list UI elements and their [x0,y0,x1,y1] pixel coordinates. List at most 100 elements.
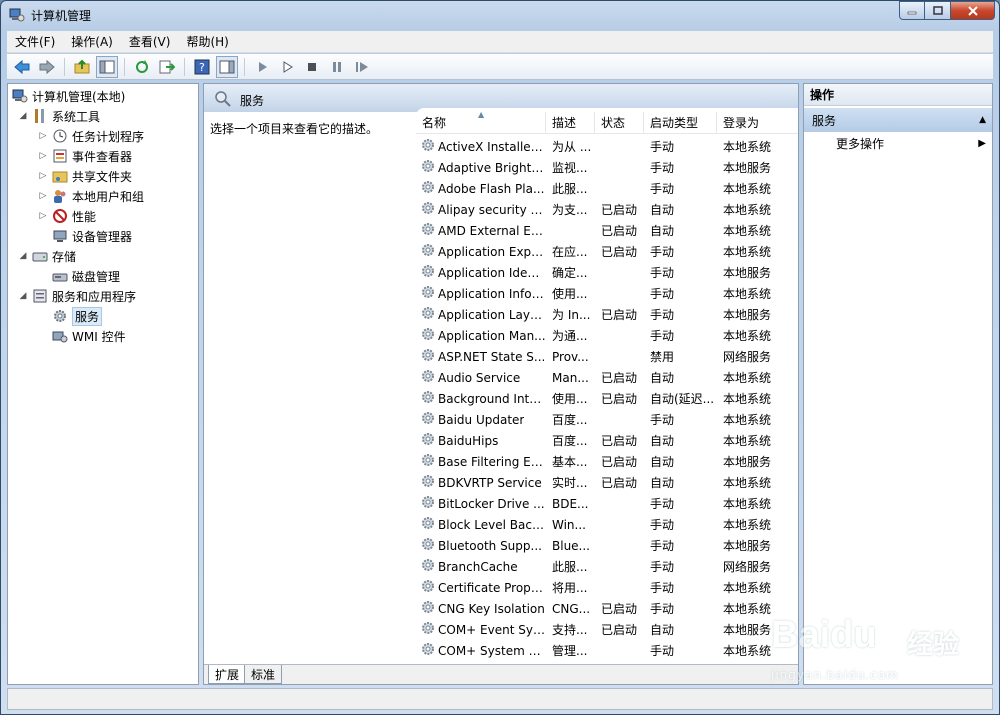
column-header-status[interactable]: 状态 [595,112,644,133]
actions-group-label: 服务 [812,113,837,128]
tree-item-root[interactable]: 计算机管理(本地) [12,86,125,106]
window-title: 计算机管理 [31,9,92,23]
service-description: 此服... [552,560,588,574]
pause-icon [333,61,341,72]
tree-item-storage[interactable]: ◢ 存储 [18,246,76,266]
close-button[interactable] [951,1,995,20]
table-row[interactable]: ASP.NET State S... Prov... 禁用 网络服务 [416,346,786,367]
column-header-logon-as[interactable]: 登录为 [717,112,781,133]
properties-button[interactable] [216,55,238,78]
menu-help[interactable]: 帮助(H) [178,33,236,50]
tree-item-shared-folders[interactable]: ▷ 共享文件夹 [38,166,132,186]
expander-collapsed-icon[interactable]: ▷ [38,171,48,181]
more-actions-item[interactable]: 更多操作 ▶ [804,132,992,154]
service-description: 百度... [552,413,588,427]
table-row[interactable]: BranchCache 此服... 手动 网络服务 [416,556,786,577]
table-row[interactable]: Application Man... 为通... 手动 本地系统 [416,325,786,346]
service-name: BitLocker Drive ... [438,496,545,511]
service-status: 已启动 [601,224,638,238]
back-button[interactable] [11,56,33,78]
table-row[interactable]: Bluetooth Supp... Blue... 手动 本地服务 [416,535,786,556]
table-row[interactable]: COM+ Event Sys... 支持... 已启动 自动 本地服务 [416,619,786,640]
forward-button[interactable] [36,56,58,78]
tree-item-disk-management[interactable]: 磁盘管理 [38,266,120,286]
maximize-button[interactable] [925,1,951,20]
table-row[interactable]: ActiveX Installer ... 为从 ... 手动 本地系统 [416,136,786,157]
service-name: Audio Service [438,370,521,385]
expander-collapsed-icon[interactable]: ▷ [38,191,48,201]
expander-expanded-icon[interactable]: ◢ [18,251,28,261]
tree-item-event-viewer[interactable]: ▷ 事件查看器 [38,146,132,166]
table-row[interactable]: Adaptive Brightn... 监视... 手动 本地服务 [416,157,786,178]
service-startup-type: 手动 [650,413,675,427]
table-row[interactable]: BDKVRTP Service 实时... 已启动 自动 本地系统 [416,472,786,493]
pause-service-button[interactable] [326,56,348,78]
service-logon-as: 本地系统 [723,329,772,343]
menu-file[interactable]: 文件(F) [7,33,63,50]
minimize-button[interactable] [899,1,925,20]
column-header-name[interactable]: ▲ 名称 [416,112,546,133]
service-startup-type: 自动(延迟... [650,392,715,406]
up-button[interactable] [71,56,93,78]
help-button[interactable]: ? [191,56,213,78]
collapse-up-icon[interactable]: ▲ [979,115,986,125]
table-row[interactable]: Adobe Flash Pla... 此服... 手动 本地系统 [416,178,786,199]
start-service-alt-button[interactable] [276,56,298,78]
tree-label: 服务和应用程序 [52,289,137,304]
restart-icon [356,61,368,72]
service-startup-type: 自动 [650,623,675,637]
tree-item-services-apps[interactable]: ◢ 服务和应用程序 [18,286,136,306]
gear-icon [420,536,436,555]
stop-service-button[interactable] [301,56,323,78]
column-header-startup-type[interactable]: 启动类型 [644,112,717,133]
service-name: Background Inte... [438,391,546,406]
expander-expanded-icon[interactable]: ◢ [18,291,28,301]
expander-collapsed-icon[interactable]: ▷ [38,131,48,141]
expander-collapsed-icon[interactable]: ▷ [38,151,48,161]
title-bar[interactable]: 计算机管理 [1,1,999,29]
expander-collapsed-icon[interactable]: ▷ [38,211,48,221]
watermark-url: jingyan.baidu.com [771,668,899,682]
table-row[interactable]: AMD External Ev... 已启动 自动 本地系统 [416,220,786,241]
table-row[interactable]: COM+ System A... 管理... 手动 本地系统 [416,640,786,661]
tree-label: 性能 [72,209,97,224]
menu-view[interactable]: 查看(V) [121,33,179,50]
show-hide-tree-button[interactable] [96,55,118,78]
table-row[interactable]: Base Filtering En... 基本... 已启动 自动 本地服务 [416,451,786,472]
table-row[interactable]: Application Laye... 为 In... 已启动 手动 本地服务 [416,304,786,325]
tree-item-wmi[interactable]: WMI 控件 [38,326,126,346]
tree-item-local-users[interactable]: ▷ 本地用户和组 [38,186,144,206]
table-row[interactable]: Application Expe... 在应... 已启动 手动 本地系统 [416,241,786,262]
actions-group-services[interactable]: 服务 ▲ [804,108,992,132]
tree-item-device-manager[interactable]: 设备管理器 [38,226,132,246]
tab-extended[interactable]: 扩展 [208,665,247,684]
table-row[interactable]: Block Level Back... Win... 手动 本地系统 [416,514,786,535]
table-row[interactable]: Background Inte... 使用... 已启动 自动(延迟... 本地系统 [416,388,786,409]
tree-item-performance[interactable]: ▷ 性能 [38,206,96,226]
menu-action[interactable]: 操作(A) [63,33,121,50]
export-list-button[interactable] [156,56,178,78]
table-row[interactable]: BaiduHips 百度... 已启动 自动 本地系统 [416,430,786,451]
tree-item-task-scheduler[interactable]: ▷ 任务计划程序 [38,126,144,146]
table-row[interactable]: Certificate Propa... 将用... 手动 本地系统 [416,577,786,598]
expander-expanded-icon[interactable]: ◢ [18,111,28,121]
column-header-description[interactable]: 描述 [546,112,595,133]
start-service-button[interactable] [251,56,273,78]
table-row[interactable]: Application Infor... 使用... 手动 本地系统 [416,283,786,304]
tree-label: WMI 控件 [72,329,126,344]
service-startup-type: 手动 [650,308,675,322]
table-row[interactable]: Baidu Updater 百度... 手动 本地系统 [416,409,786,430]
status-bar [7,688,993,710]
gear-icon [420,557,436,576]
table-row[interactable]: CNG Key Isolation CNG... 已启动 手动 本地系统 [416,598,786,619]
table-row[interactable]: Audio Service Man... 已启动 自动 本地系统 [416,367,786,388]
tab-standard[interactable]: 标准 [244,665,283,684]
restart-service-button[interactable] [351,56,373,78]
table-row[interactable]: Alipay security s... 为支... 已启动 自动 本地系统 [416,199,786,220]
services-pane: 服务 选择一个项目来查看它的描述。 ▲ 名称 描述 状态 启动类型 登录为 Ac… [203,83,799,685]
refresh-button[interactable] [131,56,153,78]
table-row[interactable]: Application Iden... 确定... 手动 本地服务 [416,262,786,283]
tree-item-services[interactable]: 服务 [38,306,103,326]
tree-item-system-tools[interactable]: ◢ 系统工具 [18,106,100,126]
table-row[interactable]: BitLocker Drive ... BDE... 手动 本地系统 [416,493,786,514]
